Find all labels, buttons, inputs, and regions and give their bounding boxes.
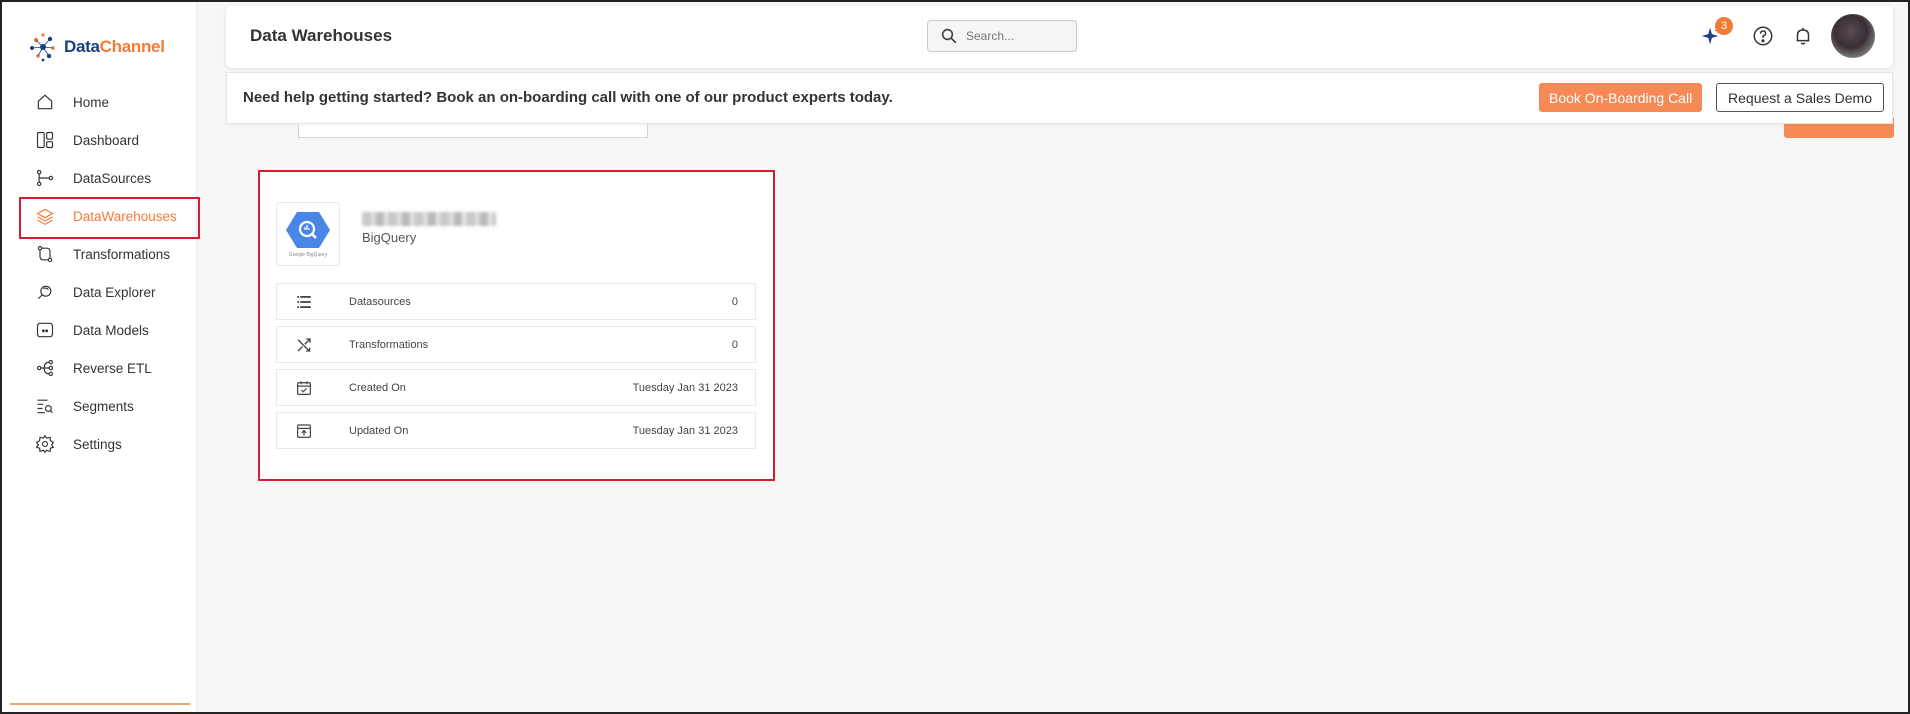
stat-label: Created On — [349, 381, 406, 394]
sidebar-item-label: Reverse ETL — [73, 360, 152, 376]
sidebar-item-label: DataWarehouses — [73, 208, 177, 224]
stat-value: Tuesday Jan 31 2023 — [632, 424, 738, 437]
sidebar-item-label: DataSources — [73, 170, 152, 186]
datachannel-logo-icon — [30, 33, 55, 62]
stat-value: Tuesday Jan 31 2023 — [632, 381, 738, 394]
brand-name-part2: Channel — [99, 37, 165, 56]
notifications-button[interactable] — [1791, 24, 1815, 48]
sidebar-item-data-models[interactable]: Data Models — [2, 311, 197, 349]
sidebar-item-label: Segments — [73, 398, 134, 414]
update-icon — [277, 422, 331, 440]
stat-label: Datasources — [349, 295, 411, 308]
help-icon — [1753, 26, 1773, 46]
brand-logo[interactable]: DataChannel — [26, 30, 165, 64]
sidebar: DataChannel Home Dashboard DataSources D… — [2, 2, 200, 712]
shuffle-icon — [277, 336, 331, 354]
stat-value: 0 — [731, 338, 738, 351]
sidebar-item-dashboard[interactable]: Dashboard — [2, 121, 197, 159]
sidebar-item-segments[interactable]: Segments — [2, 387, 197, 425]
request-sales-demo-button[interactable]: Request a Sales Demo — [1716, 83, 1884, 112]
models-icon — [34, 319, 56, 341]
sidebar-item-label: Home — [73, 94, 110, 110]
notification-count-badge: 3 — [1715, 17, 1733, 35]
help-button[interactable] — [1751, 24, 1775, 48]
warehouse-type: BigQuery — [362, 230, 417, 245]
sidebar-item-home[interactable]: Home — [2, 83, 197, 121]
bigquery-logo: Google BigQuery — [276, 202, 340, 266]
datasources-icon — [34, 167, 56, 189]
sidebar-nav: Home Dashboard DataSources DataWarehouse… — [2, 83, 200, 463]
brand-name: DataChannel — [64, 37, 165, 57]
sidebar-item-label: Settings — [73, 436, 122, 452]
calendar-check-icon — [277, 379, 331, 397]
sidebar-item-data-explorer[interactable]: Data Explorer — [2, 273, 197, 311]
gear-icon — [34, 433, 56, 455]
search-icon — [941, 28, 957, 44]
explorer-icon — [34, 281, 56, 303]
page-title: Data Warehouses — [250, 26, 393, 45]
onboarding-banner: Need help getting started? Book an on-bo… — [226, 72, 1893, 124]
search-box[interactable] — [927, 20, 1077, 52]
sidebar-item-label: Transformations — [73, 246, 171, 262]
segments-icon — [34, 395, 56, 417]
ai-sparkle-button[interactable]: 3 — [1699, 17, 1733, 48]
header-actions: 3 — [1699, 14, 1875, 58]
stat-row-datasources: Datasources 0 — [276, 283, 756, 320]
warehouse-name-redacted — [362, 212, 496, 226]
home-icon — [34, 91, 56, 113]
book-onboarding-call-button[interactable]: Book On-Boarding Call — [1539, 83, 1703, 112]
sidebar-item-reverse-etl[interactable]: Reverse ETL — [2, 349, 197, 387]
stat-row-updated-on: Updated On Tuesday Jan 31 2023 — [276, 412, 756, 449]
sidebar-item-datawarehouses[interactable]: DataWarehouses — [2, 197, 200, 239]
avatar[interactable] — [1831, 14, 1875, 58]
stat-value: 0 — [731, 295, 738, 308]
list-icon — [277, 293, 331, 311]
sidebar-item-settings[interactable]: Settings — [2, 425, 197, 463]
sidebar-item-transformations[interactable]: Transformations — [2, 235, 197, 273]
reverse-etl-icon — [34, 357, 56, 379]
stat-row-created-on: Created On Tuesday Jan 31 2023 — [276, 369, 756, 406]
sidebar-item-datasources[interactable]: DataSources — [2, 159, 197, 197]
stat-row-transformations: Transformations 0 — [276, 326, 756, 363]
dashboard-icon — [34, 129, 56, 151]
bell-icon — [1796, 27, 1810, 45]
sidebar-item-label: Dashboard — [73, 132, 140, 148]
search-input[interactable] — [966, 29, 1066, 43]
logo-caption: Google BigQuery — [288, 252, 328, 258]
top-header: Data Warehouses 3 — [226, 6, 1893, 68]
warehouse-card[interactable]: Google BigQuery BigQuery Datasources 0 T… — [258, 170, 775, 481]
banner-message: Need help getting started? Book an on-bo… — [243, 89, 893, 106]
sidebar-item-label: Data Explorer — [73, 284, 156, 300]
stat-label: Updated On — [349, 424, 409, 437]
brand-name-part1: Data — [64, 37, 100, 56]
sidebar-item-label: Data Models — [73, 322, 149, 338]
layers-icon — [34, 205, 56, 227]
sidebar-divider — [10, 703, 190, 705]
bigquery-icon — [286, 212, 330, 248]
stat-label: Transformations — [349, 338, 429, 351]
transformations-icon — [34, 243, 56, 265]
